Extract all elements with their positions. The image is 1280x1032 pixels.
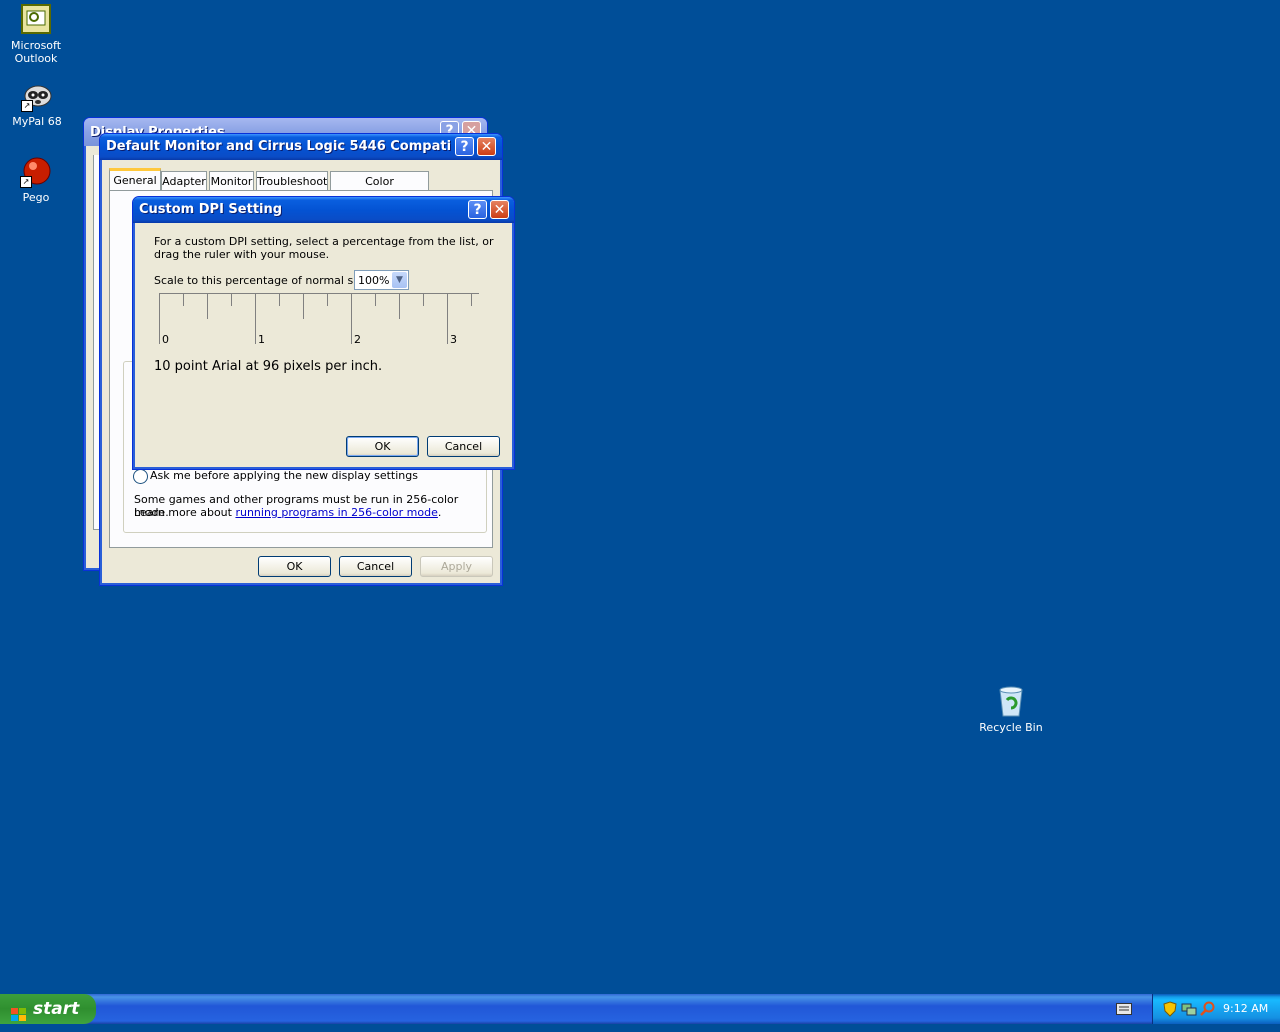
dpi-ruler[interactable]: 0 1 2 3: [159, 293, 479, 346]
system-tray: 9:12 AM: [1152, 994, 1280, 1024]
ok-button[interactable]: OK: [346, 436, 419, 457]
ruler-label: 2: [354, 333, 361, 346]
desktop-icon-pego[interactable]: ↗ Pego: [0, 156, 72, 204]
preview-text: 10 point Arial at 96 pixels per inch.: [154, 359, 383, 374]
color-mode-help-link[interactable]: running programs in 256-color mode: [235, 506, 437, 519]
display-settings-radio[interactable]: [133, 469, 148, 484]
ok-button[interactable]: OK: [258, 556, 331, 577]
radio-label: Ask me before applying the new display s…: [150, 469, 418, 482]
clock[interactable]: 9:12 AM: [1223, 1002, 1268, 1015]
search-icon[interactable]: [1199, 1001, 1215, 1017]
apply-button[interactable]: Apply: [420, 556, 493, 577]
start-label: start: [33, 999, 80, 1019]
shortcut-arrow-icon: ↗: [21, 100, 33, 112]
monitor-properties-titlebar[interactable]: Default Monitor and Cirrus Logic 5446 Co…: [100, 134, 502, 160]
desktop-icon-recycle-bin[interactable]: Recycle Bin: [975, 686, 1047, 734]
help-button[interactable]: ?: [455, 137, 474, 156]
mypal-icon: ↗: [21, 80, 53, 112]
note-suffix: .: [437, 506, 442, 519]
desktop-icon-label: Microsoft: [10, 39, 62, 52]
close-button[interactable]: ✕: [477, 137, 496, 156]
desktop-icon-label: Recycle Bin: [979, 721, 1043, 734]
tab-color-management[interactable]: Color Management: [330, 171, 429, 207]
outlook-icon: [20, 4, 52, 36]
recycle-bin-icon: [995, 686, 1027, 718]
tab-troubleshoot[interactable]: Troubleshoot: [256, 171, 328, 191]
custom-dpi-titlebar[interactable]: Custom DPI Setting ? ✕: [133, 197, 514, 223]
scale-select[interactable]: 100% ▼: [354, 270, 409, 290]
taskbar: start 9:12 AM: [0, 994, 1280, 1024]
ruler-label: 1: [258, 333, 265, 346]
windows-logo-icon: [11, 1002, 27, 1021]
help-button[interactable]: ?: [468, 200, 487, 219]
tab-monitor[interactable]: Monitor: [209, 171, 254, 191]
cancel-button[interactable]: Cancel: [339, 556, 412, 577]
ruler-ticks: [159, 294, 472, 344]
keyboard-icon[interactable]: [1116, 1003, 1132, 1015]
desktop-icon-label: MyPal 68: [12, 115, 62, 128]
note-prefix: Learn more about: [134, 506, 236, 519]
instructions-line: For a custom DPI setting, select a perce…: [154, 235, 494, 248]
tab-general[interactable]: General: [109, 168, 161, 191]
network-icon[interactable]: [1181, 1001, 1197, 1017]
desktop-icon-outlook[interactable]: Microsoft Outlook: [0, 4, 72, 65]
ruler-label: 3: [450, 333, 457, 346]
start-button[interactable]: start: [0, 994, 96, 1024]
ruler-label: 0: [162, 333, 169, 346]
chevron-down-icon[interactable]: ▼: [392, 272, 407, 288]
window-title: Custom DPI Setting: [139, 202, 283, 217]
scale-value: 100%: [358, 274, 390, 287]
cancel-button[interactable]: Cancel: [427, 436, 500, 457]
tab-adapter[interactable]: Adapter: [161, 171, 207, 191]
window-title: Default Monitor and Cirrus Logic 5446 Co…: [106, 139, 451, 154]
instructions-line: drag the ruler with your mouse.: [154, 248, 330, 261]
scale-label: Scale to this percentage of normal size:: [154, 274, 373, 287]
security-shield-icon[interactable]: [1163, 1001, 1177, 1017]
note-text-line2: Learn more about running programs in 256…: [134, 506, 441, 519]
desktop-icon-label: Outlook: [14, 52, 58, 65]
custom-dpi-window[interactable]: Custom DPI Setting ? ✕ For a custom DPI …: [132, 196, 515, 470]
pego-icon: ↗: [20, 156, 52, 188]
shortcut-arrow-icon: ↗: [20, 176, 32, 188]
close-button[interactable]: ✕: [490, 200, 509, 219]
desktop-icon-mypal[interactable]: ↗ MyPal 68: [1, 80, 73, 128]
desktop-icon-label: Pego: [22, 191, 50, 204]
